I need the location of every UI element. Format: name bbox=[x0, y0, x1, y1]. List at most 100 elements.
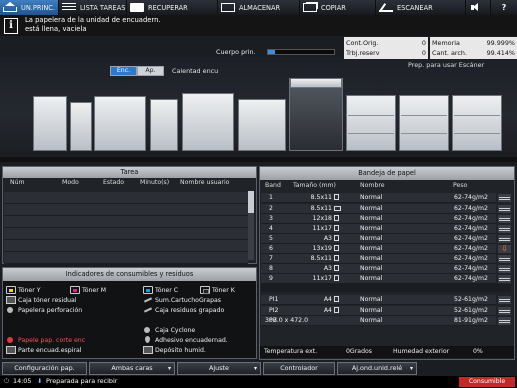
portrait-paper-icon bbox=[334, 307, 339, 313]
reserved-jobs-label: Trbj.reserv bbox=[346, 49, 380, 57]
paper-level-indicator bbox=[498, 255, 511, 263]
portrait-paper-icon bbox=[334, 255, 339, 261]
tray-row[interactable]: 5 A3 Normal 62-74g/m2 bbox=[261, 234, 496, 244]
paper-level-indicator bbox=[498, 265, 511, 273]
tray-band: 2 bbox=[269, 205, 273, 212]
controller-button[interactable]: Controlador bbox=[263, 362, 335, 375]
clock-icon: ⏻ bbox=[4, 377, 10, 385]
consumable-label: Papelera perforación bbox=[18, 306, 83, 314]
help-button[interactable]: ? bbox=[491, 0, 517, 15]
paper-feed-unit bbox=[346, 95, 396, 151]
relay-unit-adjust-button[interactable]: Aj.ond.unid.relé ▾ bbox=[337, 362, 417, 375]
adjustment-button[interactable]: Ajuste ▾ bbox=[177, 362, 261, 375]
paper-level-fill bbox=[499, 320, 510, 324]
table-row[interactable] bbox=[4, 192, 248, 204]
tray-size: 8.5x11 bbox=[310, 205, 332, 212]
tray-weight: 62-74g/m2 bbox=[454, 255, 488, 262]
chevron-down-icon: ▾ bbox=[253, 365, 257, 372]
tray-row[interactable]: 6 13x19 Normal 62-74g/m2 bbox=[261, 244, 496, 254]
tray-size: 8.5x11 bbox=[310, 194, 332, 201]
portrait-paper-icon bbox=[334, 275, 339, 281]
tray-size: A3 bbox=[323, 235, 332, 242]
temperature-value: 0Grados bbox=[346, 348, 373, 355]
landscape-paper-icon bbox=[334, 206, 341, 211]
volume-button[interactable] bbox=[466, 0, 491, 15]
job-col-mode: Modo bbox=[62, 179, 79, 186]
consumables-alert-button[interactable]: Consumible bbox=[459, 377, 515, 387]
tab-store[interactable]: ALMACENAR bbox=[218, 0, 300, 15]
consumables-title: Indicadores de consumibles y residuos bbox=[3, 268, 256, 281]
paper-level-indicator: ⇩ bbox=[498, 245, 511, 253]
tray-row[interactable]: 2 8.5x11 Normal 62-74g/m2 bbox=[261, 204, 496, 214]
tab-job-list[interactable]: LISTA TAREAS bbox=[59, 0, 127, 15]
consumable-adhesive: Adhesivo encuadernad. bbox=[143, 336, 228, 344]
portrait-paper-icon bbox=[334, 194, 339, 200]
tray-name: Normal bbox=[360, 307, 383, 314]
staple-waste-icon bbox=[143, 306, 153, 314]
finisher-unit bbox=[70, 102, 92, 151]
paper-setting-button[interactable]: Configuración pap. bbox=[2, 362, 87, 375]
tray-row[interactable]: 9 11x17 Normal 62-74g/m2 bbox=[261, 274, 496, 284]
power-on-button[interactable]: Enc. bbox=[110, 66, 137, 76]
tray-row[interactable]: 1 8.5x11 Normal 62-74g/m2 bbox=[261, 193, 496, 203]
tab-recover[interactable]: RECUPERAR bbox=[127, 0, 218, 15]
tray-row[interactable]: PI1 A4 Normal 52-61g/m2 bbox=[261, 295, 496, 305]
tray-col-weight: Peso bbox=[453, 182, 468, 189]
tray-row[interactable]: 7 8.5x11 Normal 62-74g/m2 bbox=[261, 254, 496, 264]
tray-row[interactable]: PI2 A4 Normal 52-61g/m2 bbox=[261, 306, 496, 316]
receive-icon: ⬇ bbox=[37, 377, 43, 385]
scrollbar-thumb[interactable] bbox=[248, 191, 254, 213]
table-row[interactable] bbox=[4, 240, 248, 252]
table-row[interactable] bbox=[4, 252, 248, 264]
tray-row[interactable]: 3 12x18 Normal 62-74g/m2 bbox=[261, 214, 496, 224]
paper-level-fill bbox=[499, 278, 510, 282]
chevron-down-icon: ▾ bbox=[409, 365, 413, 372]
tray-col-size: Tamaño (mm) bbox=[293, 182, 336, 189]
portrait-paper-icon bbox=[334, 225, 339, 231]
file-count-counter: Cant. arch. 99.414% bbox=[430, 48, 517, 58]
tray-weight: 81-91g/m2 bbox=[454, 317, 488, 324]
file-count-value: 99.414% bbox=[486, 49, 515, 57]
tray-size: A3 bbox=[323, 265, 332, 272]
tray-name: Normal bbox=[360, 317, 383, 324]
original-counter-value: 0 bbox=[421, 39, 426, 47]
tab-scan[interactable]: ESCANEAR bbox=[376, 0, 466, 15]
original-counter: Cont.Orig. 0 bbox=[344, 38, 428, 48]
tray-row[interactable]: 4 11x17 Normal 62-74g/m2 bbox=[261, 224, 496, 234]
humidifier-tank-icon bbox=[143, 346, 153, 354]
tab-copy[interactable]: COPIAR bbox=[300, 0, 376, 15]
consumable-label: Papele pap. corte enc bbox=[18, 336, 86, 344]
table-row[interactable] bbox=[4, 228, 248, 240]
tab-main[interactable]: UN.PRINC. bbox=[0, 0, 59, 15]
tray-weight: 52-61g/m2 bbox=[454, 296, 488, 303]
power-off-button[interactable]: Ap. bbox=[137, 66, 164, 76]
volume-icon bbox=[471, 3, 481, 12]
job-table-header: Núm Modo Estado Minuto(s) Nombre usuario bbox=[3, 179, 256, 189]
tray-weight: 62-74g/m2 bbox=[454, 245, 488, 252]
tab-scan-label: ESCANEAR bbox=[397, 3, 433, 12]
table-row[interactable] bbox=[4, 216, 248, 228]
machine-illustration bbox=[0, 57, 517, 162]
tray-size: 11x17 bbox=[312, 275, 332, 282]
tab-main-label: UN.PRINC. bbox=[21, 3, 55, 12]
duplex-button[interactable]: Ambas caras ▾ bbox=[89, 362, 175, 375]
consumable-punch-waste: Papelera perforación bbox=[6, 306, 82, 314]
paper-tray-title: Bandeja de papel bbox=[260, 167, 514, 180]
status-time: 14:05 bbox=[13, 377, 32, 385]
table-row[interactable] bbox=[4, 204, 248, 216]
tray-divider bbox=[348, 115, 394, 116]
tray-name: Normal bbox=[360, 275, 383, 282]
paper-level-indicator bbox=[498, 194, 511, 202]
tray-size: A4 bbox=[323, 307, 332, 314]
consumable-label: Tóner K bbox=[212, 286, 235, 294]
stacker-unit bbox=[150, 99, 178, 151]
job-panel-title: Tarea bbox=[3, 167, 256, 178]
tray-name: Normal bbox=[360, 205, 383, 212]
consumable-label: Tóner Y bbox=[18, 286, 41, 294]
job-list-scrollbar[interactable] bbox=[248, 191, 254, 260]
tray-row[interactable]: PB 307.0 x 472.0 Normal 81-91g/m2 bbox=[261, 316, 496, 326]
job-col-minutes: Minuto(s) bbox=[140, 179, 170, 186]
humidity-value: 0% bbox=[473, 348, 483, 355]
tray-row[interactable]: 8 A3 Normal 62-74g/m2 bbox=[261, 264, 496, 274]
consumable-toner-y: Tóner Y bbox=[6, 286, 41, 294]
